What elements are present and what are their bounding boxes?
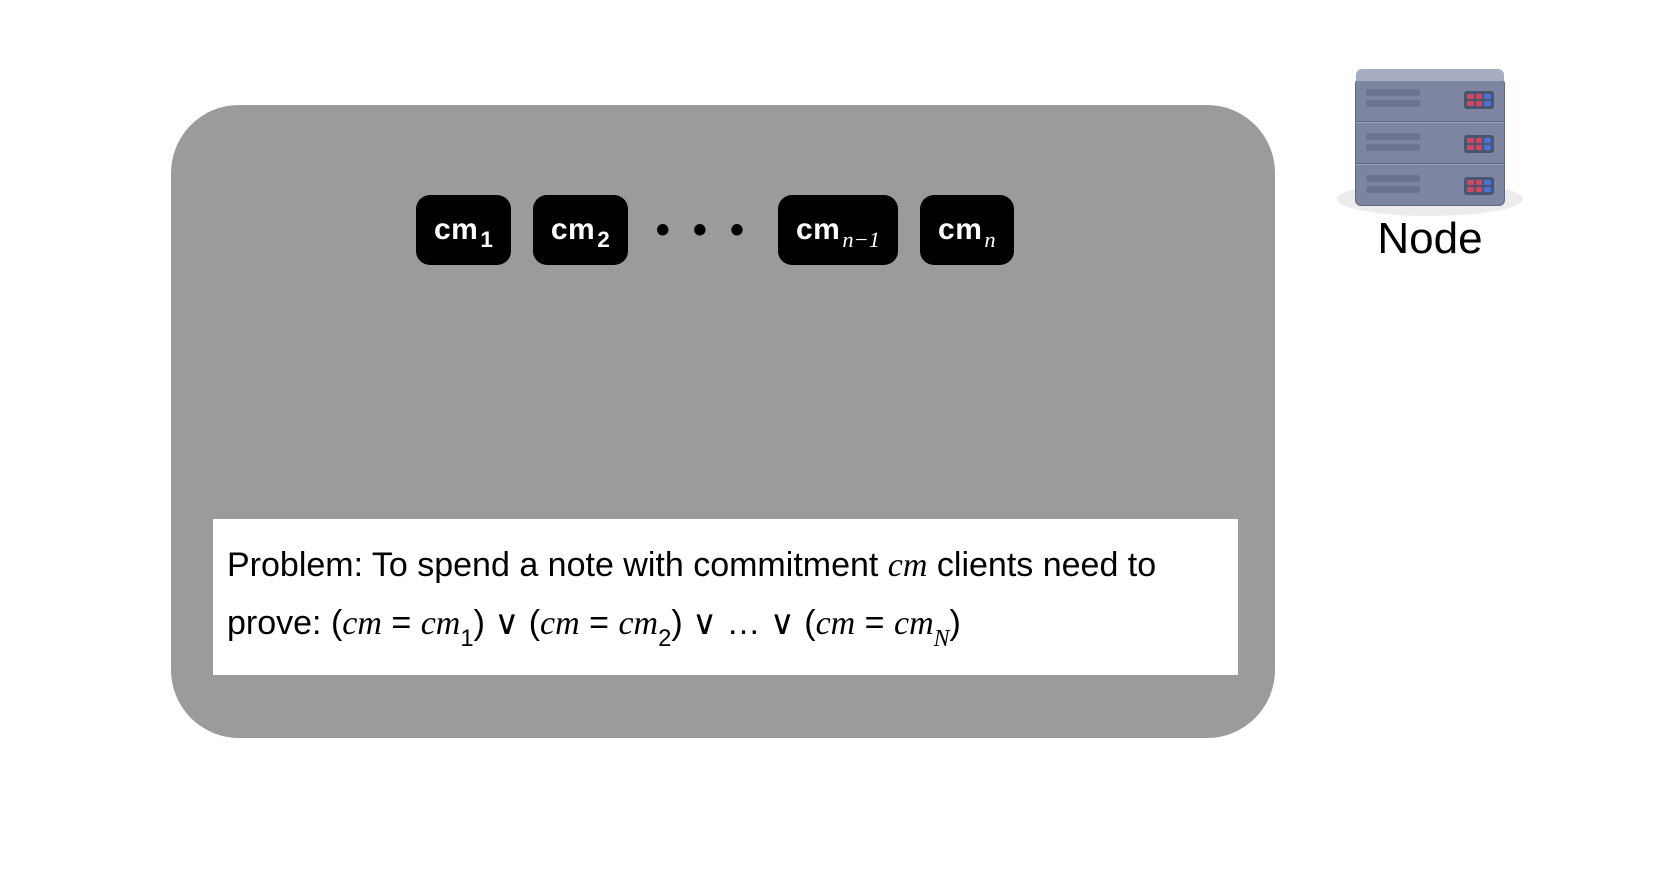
lp: ( <box>529 604 540 642</box>
led <box>1484 187 1491 192</box>
cm-var: cm <box>421 605 461 642</box>
or: ∨ <box>770 604 804 642</box>
slot <box>1366 144 1420 151</box>
cm-var: cm <box>816 605 856 642</box>
or: ∨ <box>485 604 529 642</box>
led <box>1484 94 1491 99</box>
cm-base: cm <box>434 215 478 245</box>
server-leds <box>1464 91 1494 109</box>
slot <box>1366 175 1420 182</box>
led <box>1476 187 1483 192</box>
led <box>1476 94 1483 99</box>
eq: = <box>580 604 619 642</box>
led <box>1476 138 1483 143</box>
cm-base: cm <box>796 215 840 245</box>
diagram-canvas: cm1 cm2 • • • cmn−1 cmn Problem: To spen… <box>0 0 1677 869</box>
lp: ( <box>804 604 815 642</box>
server-leds <box>1464 177 1494 195</box>
server-unit-2 <box>1355 122 1505 164</box>
led <box>1476 101 1483 106</box>
cm-sub: 1 <box>480 229 493 252</box>
cm-var: cm <box>618 605 658 642</box>
led <box>1484 101 1491 106</box>
commitment-row: cm1 cm2 • • • cmn−1 cmn <box>416 195 1014 265</box>
led <box>1484 180 1491 185</box>
cm-var: cm <box>894 605 934 642</box>
server-slots <box>1366 175 1420 193</box>
eq: = <box>855 604 894 642</box>
led <box>1467 145 1474 150</box>
cm-sub: n <box>984 229 995 252</box>
server-icon <box>1355 78 1505 206</box>
or: ∨ <box>683 604 727 642</box>
commitment-box-n: cmn <box>920 195 1014 265</box>
slot <box>1366 186 1420 193</box>
server-slots <box>1366 133 1420 151</box>
cm-sub: 2 <box>597 229 610 252</box>
server-unit-3 <box>1355 164 1505 206</box>
ellipsis-icon: • • • <box>650 208 756 253</box>
cm-var: cm <box>540 605 580 642</box>
lp: ( <box>331 604 342 642</box>
led <box>1476 180 1483 185</box>
server-leds <box>1464 135 1494 153</box>
problem-prefix: Problem: To spend a note with commitment <box>227 546 888 584</box>
server-slots <box>1366 89 1420 107</box>
cm-var: cm <box>342 605 382 642</box>
storage-panel: cm1 cm2 • • • cmn−1 cmn Problem: To spen… <box>171 105 1275 738</box>
sub: N <box>934 626 950 652</box>
led <box>1467 180 1474 185</box>
node-graphic: Node <box>1330 78 1530 264</box>
led <box>1484 138 1491 143</box>
slot <box>1366 133 1420 140</box>
problem-statement: Problem: To spend a note with commitment… <box>213 519 1238 675</box>
led <box>1467 101 1474 106</box>
cm-base: cm <box>551 215 595 245</box>
eq: = <box>382 604 421 642</box>
ellipsis: … <box>726 604 769 642</box>
led <box>1467 138 1474 143</box>
cm-sub: n−1 <box>842 229 880 252</box>
led <box>1467 94 1474 99</box>
commitment-box-1: cm1 <box>416 195 511 265</box>
slot <box>1366 100 1420 107</box>
node-label: Node <box>1377 214 1482 264</box>
rp: ) <box>671 604 682 642</box>
led <box>1484 145 1491 150</box>
slot <box>1366 89 1420 96</box>
led <box>1467 187 1474 192</box>
cm-base: cm <box>938 215 982 245</box>
sub: 2 <box>658 625 671 652</box>
cm-var: cm <box>888 547 928 584</box>
server-unit-1 <box>1355 78 1505 122</box>
commitment-box-2: cm2 <box>533 195 628 265</box>
commitment-box-n-minus-1: cmn−1 <box>778 195 898 265</box>
led <box>1476 145 1483 150</box>
sub: 1 <box>460 625 473 652</box>
rp: ) <box>950 604 961 642</box>
rp: ) <box>474 604 485 642</box>
